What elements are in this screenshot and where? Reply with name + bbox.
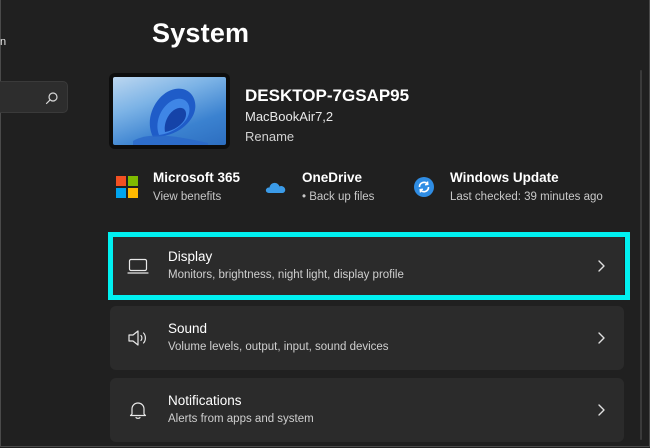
rename-link[interactable]: Rename	[245, 129, 294, 144]
microsoft-365-icon	[116, 176, 138, 198]
chevron-right-icon	[598, 332, 605, 344]
display-subtitle: Monitors, brightness, night light, displ…	[168, 269, 404, 281]
windows-update-subtitle: Last checked: 39 minutes ago	[450, 191, 603, 203]
windows-update-card[interactable]: Windows Update Last checked: 39 minutes …	[413, 168, 613, 208]
microsoft-365-title: Microsoft 365	[153, 170, 241, 185]
onedrive-title: OneDrive	[302, 170, 363, 185]
microsoft-365-subtitle: View benefits	[153, 191, 222, 203]
page-title: System	[152, 18, 250, 48]
device-name: DESKTOP-7GSAP95	[245, 86, 410, 105]
wallpaper-image	[113, 77, 226, 145]
bell-icon	[129, 402, 147, 419]
chevron-right-icon	[598, 260, 605, 272]
notifications-subtitle: Alerts from apps and system	[168, 413, 314, 425]
speaker-icon	[128, 330, 146, 346]
device-thumbnail	[109, 73, 230, 149]
monitor-icon	[127, 258, 149, 274]
windows-update-icon	[414, 177, 434, 197]
microsoft-365-card[interactable]: Microsoft 365 View benefits	[116, 168, 256, 208]
display-title: Display	[168, 249, 213, 264]
sidebar-user-text: n	[0, 36, 7, 48]
chevron-right-icon	[598, 404, 605, 416]
onedrive-subtitle: • Back up files	[302, 191, 375, 203]
notifications-title: Notifications	[168, 393, 242, 408]
onedrive-card[interactable]: OneDrive • Back up files	[265, 168, 395, 208]
sound-title: Sound	[168, 321, 208, 336]
search-icon[interactable]	[45, 91, 59, 105]
device-model: MacBookAir7,2	[245, 109, 334, 124]
sound-subtitle: Volume levels, output, input, sound devi…	[168, 341, 389, 353]
settings-item-notifications[interactable]: Notifications Alerts from apps and syste…	[110, 378, 624, 442]
windows-update-title: Windows Update	[450, 170, 559, 185]
onedrive-icon	[265, 182, 286, 193]
scrollbar[interactable]	[640, 70, 642, 440]
settings-item-display[interactable]: Display Monitors, brightness, night ligh…	[110, 234, 624, 298]
search-input[interactable]	[0, 81, 68, 113]
settings-item-sound[interactable]: Sound Volume levels, output, input, soun…	[110, 306, 624, 370]
